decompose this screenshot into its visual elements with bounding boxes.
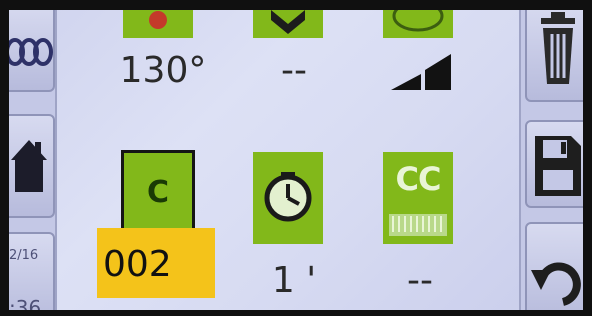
right-rail: [519, 10, 583, 310]
mode-tile[interactable]: [253, 10, 323, 38]
save-button[interactable]: [525, 120, 583, 208]
mode-value: --: [281, 50, 307, 91]
undo-button[interactable]: [525, 222, 583, 310]
home-icon: [11, 140, 47, 192]
program-tile[interactable]: C: [121, 150, 195, 236]
date-label: 2/16: [9, 248, 39, 263]
coil-icon: [9, 38, 53, 66]
clock-icon: [264, 172, 312, 222]
cc-tile[interactable]: CC: [383, 152, 453, 244]
fan-icon: [392, 10, 444, 32]
program-number: 002: [103, 244, 172, 285]
home-button[interactable]: [9, 114, 55, 218]
timer-tile[interactable]: [253, 152, 323, 244]
program-letter: C: [146, 175, 170, 210]
coil-button[interactable]: [9, 10, 55, 92]
cc-value: --: [407, 260, 433, 301]
undo-icon: [531, 262, 581, 306]
mode-icon: [271, 10, 305, 34]
fan-tile[interactable]: [383, 10, 453, 38]
cc-pattern-icon: [389, 214, 447, 236]
save-icon: [535, 136, 581, 196]
screen: 2/16 :36 130° -- C 002 1 ' CC --: [9, 10, 583, 310]
left-rail: 2/16 :36: [9, 10, 57, 310]
program-counter[interactable]: 002: [97, 228, 215, 298]
temperature-tile[interactable]: [123, 10, 193, 38]
timer-value: 1 ': [271, 260, 317, 301]
trash-icon: [541, 12, 575, 84]
device-frame: 2/16 :36 130° -- C 002 1 ' CC --: [0, 0, 592, 316]
datetime-panel: 2/16 :36: [9, 232, 55, 310]
temperature-value: 130°: [119, 50, 207, 91]
time-label: :36: [9, 296, 42, 310]
signal-level-icon: [387, 50, 459, 94]
delete-button[interactable]: [525, 10, 583, 102]
thermometer-icon: [149, 11, 167, 29]
